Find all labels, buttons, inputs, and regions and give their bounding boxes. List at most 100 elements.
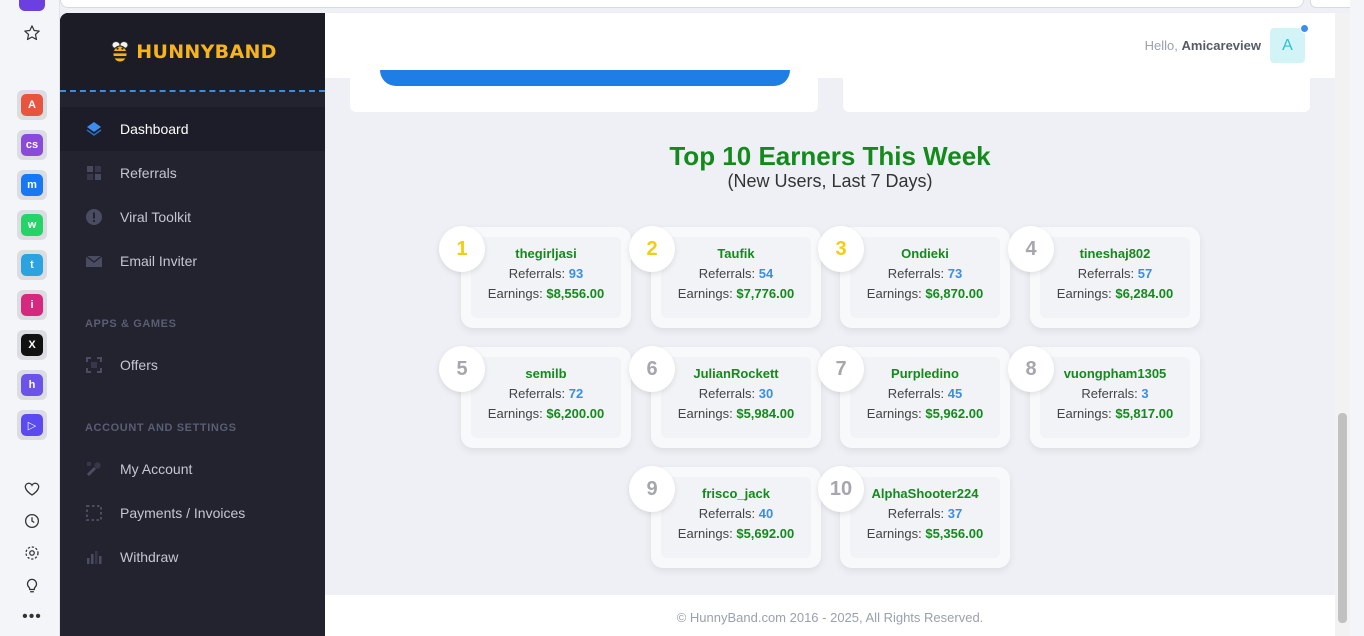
nav-item-referrals[interactable]: Referrals <box>60 151 325 195</box>
user-greeting[interactable]: Hello, Amicareview <box>1145 38 1261 53</box>
earner-earnings: Earnings: $8,556.00 <box>461 286 631 301</box>
anyword-app-icon[interactable]: A <box>17 90 47 120</box>
cs-app-icon[interactable]: cs <box>17 130 47 160</box>
grid-icon <box>85 164 103 182</box>
referrals-value: 37 <box>947 506 963 521</box>
lightbulb-icon[interactable] <box>17 570 47 600</box>
earner-card: 6 JulianRockett Referrals: 30 Earnings: $5,… <box>629 346 821 448</box>
referrals-label: Referrals: <box>887 386 945 401</box>
nav-item-viral-toolkit[interactable]: Viral Toolkit <box>60 195 325 239</box>
earnings-label: Earnings: <box>677 406 733 421</box>
telegram-glyph: t <box>21 254 43 276</box>
layers-icon <box>85 120 103 138</box>
player-app-icon[interactable]: ▷ <box>17 410 47 440</box>
nav-item-dashboard[interactable]: Dashboard <box>60 107 325 151</box>
star-icon[interactable] <box>17 18 47 48</box>
referrals-value: 57 <box>1137 266 1153 281</box>
dotted-square-icon <box>85 504 103 522</box>
history-icon[interactable] <box>17 506 47 536</box>
referrals-value: 45 <box>947 386 963 401</box>
whatsapp-glyph: w <box>21 214 43 236</box>
bee-logo-icon <box>111 40 129 62</box>
app-sidebar: HunnyBand Dashboard Referrals Viral Tool… <box>60 13 325 636</box>
copyright-text: © HunnyBand.com 2016 - 2025, All Rights … <box>676 610 984 625</box>
scrollbar-thumb[interactable] <box>1338 413 1347 623</box>
earner-card: 1 thegirljasi Referrals: 93 Earnings: $8,55… <box>439 226 631 328</box>
user-avatar[interactable]: A <box>1270 24 1309 63</box>
earner-referrals: Referrals: 72 <box>461 386 631 401</box>
nav-label: Referrals <box>120 165 177 181</box>
telegram-app-icon[interactable]: t <box>17 250 47 280</box>
heart-icon[interactable] <box>17 474 47 504</box>
earner-earnings: Earnings: $7,776.00 <box>651 286 821 301</box>
nav-item-withdraw[interactable]: Withdraw <box>60 535 325 579</box>
referrals-label: Referrals: <box>887 506 945 521</box>
earner-earnings: Earnings: $6,870.00 <box>840 286 1010 301</box>
earnings-value: $7,776.00 <box>736 286 795 301</box>
referrals-label: Referrals: <box>1081 386 1138 401</box>
browser-sidebar: Acs m w t i Xh ▷ ••• <box>0 0 60 636</box>
earnings-value: $5,984.00 <box>736 406 795 421</box>
messenger-glyph: m <box>21 174 43 196</box>
earner-earnings: Earnings: $5,962.00 <box>840 406 1010 421</box>
earner-referrals: Referrals: 3 <box>1030 386 1200 401</box>
instagram-glyph: i <box>21 294 43 316</box>
frame-icon <box>85 356 103 374</box>
earner-name: Taufik <box>717 246 755 261</box>
earner-referrals: Referrals: 54 <box>651 266 821 281</box>
browser-app-icon[interactable] <box>17 0 47 16</box>
earnings-value: $6,284.00 <box>1115 286 1174 301</box>
nav-item-offers[interactable]: Offers <box>60 343 325 387</box>
earnings-label: Earnings: <box>866 526 922 541</box>
referrals-value: 72 <box>568 386 584 401</box>
referrals-label: Referrals: <box>698 386 756 401</box>
earnings-label: Earnings: <box>487 406 543 421</box>
referrals-value: 3 <box>1141 386 1149 401</box>
referrals-value: 93 <box>568 266 584 281</box>
referrals-value: 54 <box>758 266 774 281</box>
primary-action-button[interactable] <box>380 70 790 86</box>
x-app-icon[interactable]: X <box>17 330 47 360</box>
nav-label: My Account <box>120 461 193 477</box>
earner-card: 10 AlphaShooter224 Referrals: 37 Earnings: … <box>818 466 1010 568</box>
earner-referrals: Referrals: 45 <box>840 386 1010 401</box>
more-dots-icon[interactable]: ••• <box>17 602 47 632</box>
nav-label: Dashboard <box>120 121 189 137</box>
earner-name: thegirljasi <box>515 246 577 261</box>
top-card-left <box>350 70 818 112</box>
earner-name: vuongpham1305 <box>1063 366 1167 381</box>
anyword-glyph: A <box>21 94 43 116</box>
earner-name: semilb <box>525 366 567 381</box>
earner-earnings: Earnings: $5,817.00 <box>1030 406 1200 421</box>
settings-gear-icon[interactable] <box>17 538 47 568</box>
browser-top-strip <box>60 0 1364 12</box>
earner-card: 7 Purpledino Referrals: 45 Earnings: $5,962… <box>818 346 1010 448</box>
earnings-value: $5,962.00 <box>925 406 984 421</box>
brand-logo[interactable]: HunnyBand <box>60 13 325 92</box>
instagram-app-icon[interactable]: i <box>17 290 47 320</box>
address-bar[interactable] <box>60 0 1304 8</box>
page-scrollbar[interactable] <box>1335 13 1350 636</box>
messenger-app-icon[interactable]: m <box>17 170 47 200</box>
earnings-label: Earnings: <box>866 406 922 421</box>
nav-item-my-account[interactable]: My Account <box>60 447 325 491</box>
greeting-text: Hello, <box>1144 38 1178 53</box>
section-label-account: ACCOUNT AND SETTINGS <box>85 422 237 434</box>
headphones-app-icon[interactable]: h <box>17 370 47 400</box>
whatsapp-app-icon[interactable]: w <box>17 210 47 240</box>
earner-card: 3 Ondieki Referrals: 73 Earnings: $6,870.00 <box>818 226 1010 328</box>
referrals-label: Referrals: <box>1077 266 1135 281</box>
avatar-letter: A <box>1282 36 1293 54</box>
nav-item-email-inviter[interactable]: Email Inviter <box>60 239 325 283</box>
earnings-label: Earnings: <box>677 286 733 301</box>
top-header: Hello, Amicareview A <box>325 13 1335 78</box>
nav-item-payments[interactable]: Payments / Invoices <box>60 491 325 535</box>
player-glyph: ▷ <box>21 414 43 436</box>
brand-name: HunnyBand <box>136 40 277 63</box>
earner-name: Ondieki <box>901 246 949 261</box>
earner-name: Purpledino <box>891 366 959 381</box>
leaderboard-subtitle: (New Users, Last 7 Days) <box>727 171 933 191</box>
referrals-value: 73 <box>947 266 963 281</box>
leaderboard-title: Top 10 Earners This Week <box>669 141 991 171</box>
earnings-label: Earnings: <box>487 286 543 301</box>
